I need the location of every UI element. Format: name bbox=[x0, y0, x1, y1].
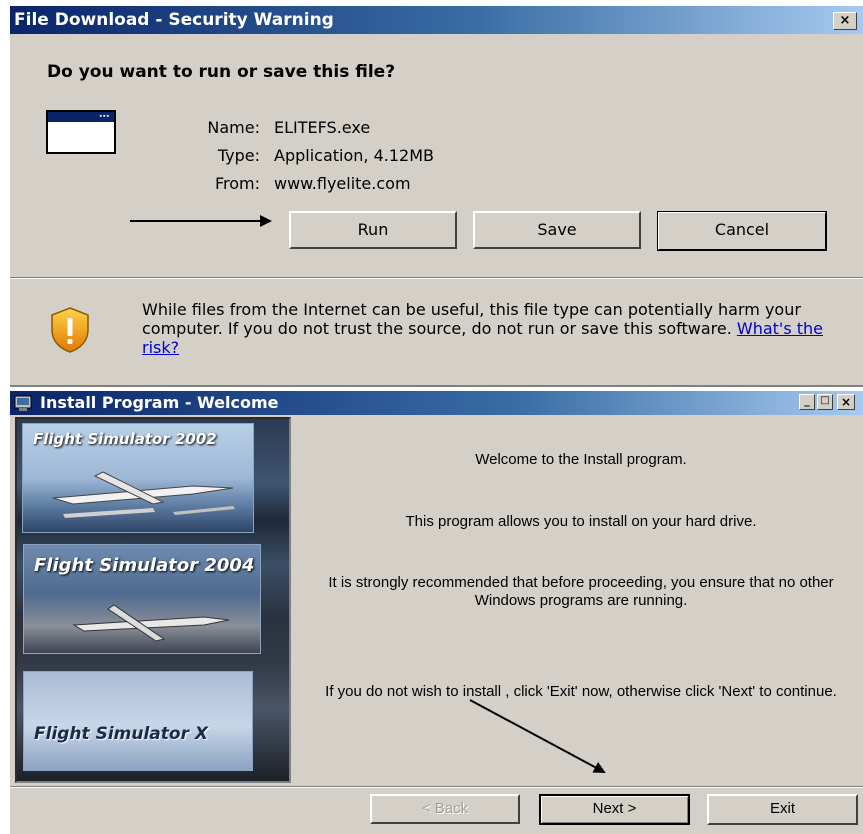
install-program-dialog: Install Program - Welcome _ □ × Flight S… bbox=[10, 391, 863, 834]
flight-simulator-x-image: Flight Simulator X bbox=[23, 671, 253, 771]
download-dialog-title: File Download - Security Warning bbox=[14, 10, 334, 30]
maximize-icon[interactable]: □ bbox=[817, 394, 833, 410]
file-name-value: ELITEFS.exe bbox=[274, 118, 371, 137]
divider bbox=[10, 786, 863, 788]
minimize-icon[interactable]: _ bbox=[799, 394, 815, 410]
file-download-dialog: File Download - Security Warning × Do yo… bbox=[10, 6, 863, 387]
cancel-button[interactable]: Cancel bbox=[657, 211, 827, 251]
file-type-label: Type: bbox=[217, 146, 260, 165]
fs2004-title: Flight Simulator 2004 bbox=[34, 555, 255, 576]
file-from-value: www.flyelite.com bbox=[274, 174, 411, 193]
twin-prop-plane-image bbox=[72, 604, 230, 642]
install-title-bar[interactable]: Install Program - Welcome bbox=[10, 391, 863, 415]
flight-simulator-2004-image: Flight Simulator 2004 bbox=[23, 544, 261, 654]
warning-message: While files from the Internet can be use… bbox=[142, 300, 801, 338]
divider bbox=[10, 385, 863, 387]
install-description-text: This program allows you to install on yo… bbox=[405, 513, 757, 530]
recommendation-text: It is strongly recommended that before p… bbox=[328, 574, 834, 609]
flight-simulator-image-panel: Flight Simulator 2002 Flight Simulator 2… bbox=[15, 417, 291, 783]
security-warning-text: While files from the Internet can be use… bbox=[142, 300, 842, 357]
install-dialog-title: Install Program - Welcome bbox=[40, 393, 279, 412]
close-icon[interactable]: × bbox=[837, 394, 855, 410]
download-question: Do you want to run or save this file? bbox=[47, 62, 396, 82]
back-button[interactable]: < Back bbox=[370, 794, 520, 824]
fsx-title: Flight Simulator X bbox=[34, 724, 208, 744]
close-icon[interactable]: × bbox=[833, 12, 857, 30]
download-title-bar[interactable]: File Download - Security Warning bbox=[10, 6, 863, 34]
file-type-value: Application, 4.12MB bbox=[274, 146, 434, 165]
file-name-label: Name: bbox=[207, 118, 260, 137]
security-shield-icon bbox=[51, 307, 89, 353]
seaplane-image bbox=[52, 471, 235, 518]
flight-simulator-2002-image: Flight Simulator 2002 bbox=[22, 423, 254, 533]
run-button[interactable]: Run bbox=[289, 211, 457, 249]
file-from-label: From: bbox=[214, 174, 260, 193]
exit-instruction-text: If you do not wish to install , click 'E… bbox=[325, 683, 837, 700]
welcome-text: Welcome to the Install program. bbox=[475, 451, 687, 468]
exit-button[interactable]: Exit bbox=[707, 794, 858, 825]
next-button[interactable]: Next > bbox=[539, 794, 690, 825]
save-button[interactable]: Save bbox=[473, 211, 641, 249]
divider bbox=[10, 277, 863, 279]
fs2002-title: Flight Simulator 2002 bbox=[33, 430, 217, 448]
installer-icon bbox=[14, 395, 32, 411]
application-window-icon: ▪▪▪ bbox=[46, 110, 116, 154]
